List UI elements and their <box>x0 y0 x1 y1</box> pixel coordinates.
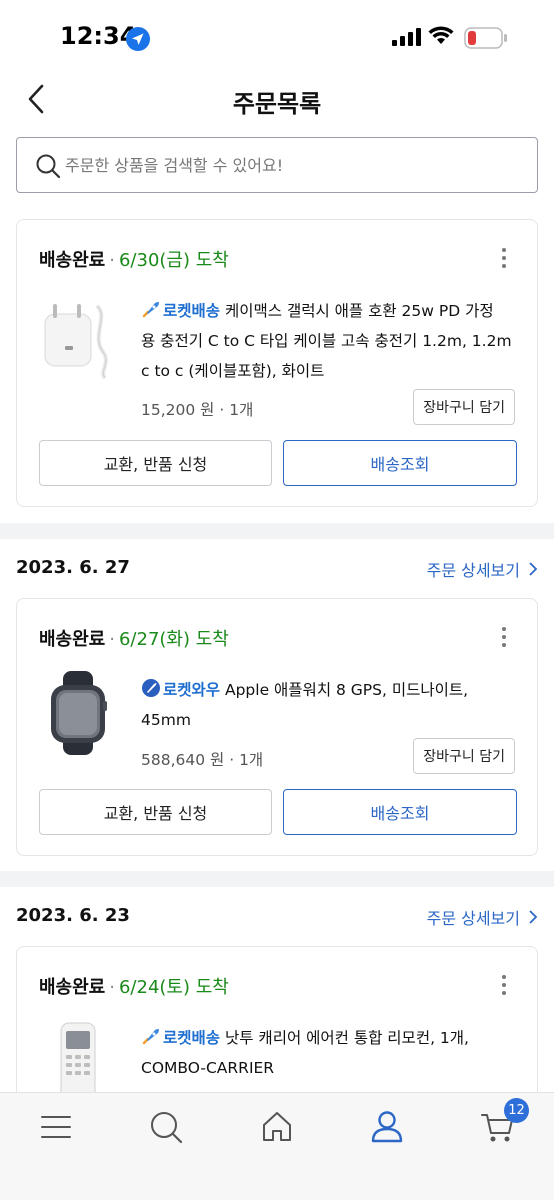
delivery-status: 배송완료 · 6/27(화) 도착 <box>39 629 229 650</box>
rocket-wow-badge: 로켓와우 <box>141 679 221 699</box>
menu-icon <box>41 1116 71 1138</box>
status-label: 배송완료 <box>39 977 106 998</box>
arrival-date: 6/30(금) 도착 <box>118 250 229 271</box>
product-name[interactable]: 로켓와우 Apple 애플워치 8 GPS, 미드나이트, 45mm <box>141 675 521 735</box>
order-detail-label: 주문 상세보기 <box>426 909 520 928</box>
product-name-line: 45mm <box>141 711 191 729</box>
arrival-date: 6/27(화) 도착 <box>118 629 229 650</box>
add-to-cart-button[interactable]: 장바구니 담기 <box>413 738 515 774</box>
badge-label: 로켓배송 <box>163 1029 221 1047</box>
order-card: 배송완료 · 6/27(화) 도착 로켓와우 Apple 애플워치 8 GPS, 미… <box>16 598 538 856</box>
header: 주문목록 <box>0 70 554 126</box>
add-to-cart-button[interactable]: 장바구니 담기 <box>413 389 515 425</box>
more-options-icon[interactable] <box>501 975 507 999</box>
product-name-line: 낫투 캐리어 에어컨 통합 리모컨, 1개, <box>224 1029 469 1047</box>
product-name[interactable]: 로켓배송 낫투 캐리어 에어컨 통합 리모컨, 1개, COMBO-CARRIE… <box>141 1023 521 1083</box>
product-name-line: 케이맥스 갤럭시 애플 호환 25w PD 가정 <box>224 302 494 320</box>
arrival-date: 6/24(토) 도착 <box>118 977 229 998</box>
bottom-tab-bar <box>0 1092 554 1200</box>
search-icon <box>151 1112 183 1144</box>
price-quantity: 588,640 원 · 1개 <box>141 751 264 769</box>
section-divider <box>0 871 554 887</box>
status-bar: 12:34 <box>0 0 554 70</box>
product-name-line: COMBO-CARRIER <box>141 1059 275 1077</box>
tab-search[interactable] <box>146 1107 186 1147</box>
order-detail-link[interactable]: 주문 상세보기 <box>427 557 538 581</box>
product-name-line: 용 충전기 C to C 타입 케이블 고속 충전기 1.2m, 1.2m <box>141 332 512 350</box>
status-label: 배송완료 <box>39 250 106 271</box>
wifi-icon <box>428 26 454 44</box>
delivery-status: 배송완료 · 6/24(토) 도착 <box>39 977 229 998</box>
watch-product-image[interactable] <box>39 671 117 755</box>
chevron-right-icon <box>529 562 538 576</box>
delivery-status: 배송완료 · 6/30(금) 도착 <box>39 250 229 271</box>
charger-product-image[interactable] <box>39 296 117 380</box>
search-input[interactable] <box>65 148 525 182</box>
order-date-row: 2023. 6. 27 주문 상세보기 <box>16 555 538 585</box>
rocket-delivery-badge: 로켓배송 <box>141 1029 220 1047</box>
signal-icon <box>392 28 421 46</box>
more-options-icon[interactable] <box>501 248 507 272</box>
exchange-return-button[interactable]: 교환, 반품 신청 <box>39 789 272 835</box>
order-date: 2023. 6. 27 <box>16 557 130 578</box>
rocket-icon <box>142 302 159 318</box>
location-icon <box>126 27 150 51</box>
order-card: 배송완료 · 6/30(금) 도착 로켓배송 케이맥스 갤럭시 애플 호환 25w … <box>16 219 538 507</box>
badge-label: 로켓와우 <box>163 681 221 699</box>
order-date: 2023. 6. 23 <box>16 905 130 926</box>
track-delivery-button[interactable]: 배송조회 <box>283 789 517 835</box>
price-quantity: 15,200 원 · 1개 <box>141 401 254 419</box>
more-options-icon[interactable] <box>501 627 507 651</box>
page-title: 주문목록 <box>232 90 322 118</box>
rocket-delivery-badge: 로켓배송 <box>141 302 220 320</box>
section-divider <box>0 523 554 539</box>
user-icon <box>371 1111 403 1143</box>
cart-count-badge: 12 <box>504 1098 529 1123</box>
product-name-line: Apple 애플워치 8 GPS, 미드나이트, <box>224 681 469 699</box>
tab-my-account[interactable] <box>367 1107 407 1147</box>
search-bar[interactable] <box>16 137 538 193</box>
product-name[interactable]: 로켓배송 케이맥스 갤럭시 애플 호환 25w PD 가정 용 충전기 C to… <box>141 296 521 386</box>
order-detail-label: 주문 상세보기 <box>426 561 520 580</box>
tab-home[interactable] <box>257 1107 297 1147</box>
badge-label: 로켓배송 <box>163 302 221 320</box>
tab-menu[interactable] <box>36 1107 76 1147</box>
search-icon <box>36 154 61 179</box>
chevron-right-icon <box>529 910 538 924</box>
exchange-return-button[interactable]: 교환, 반품 신청 <box>39 440 272 486</box>
clock: 12:34 <box>60 22 137 50</box>
status-label: 배송완료 <box>39 629 106 650</box>
order-date-row: 2023. 6. 23 주문 상세보기 <box>16 903 538 933</box>
rocket-icon <box>142 1029 159 1045</box>
product-name-line: c to c (케이블포함), 화이트 <box>141 362 325 380</box>
home-icon <box>263 1112 291 1141</box>
battery-icon <box>464 27 507 49</box>
track-delivery-button[interactable]: 배송조회 <box>283 440 517 486</box>
rocket-wow-icon <box>142 679 160 697</box>
order-detail-link[interactable]: 주문 상세보기 <box>427 905 538 929</box>
